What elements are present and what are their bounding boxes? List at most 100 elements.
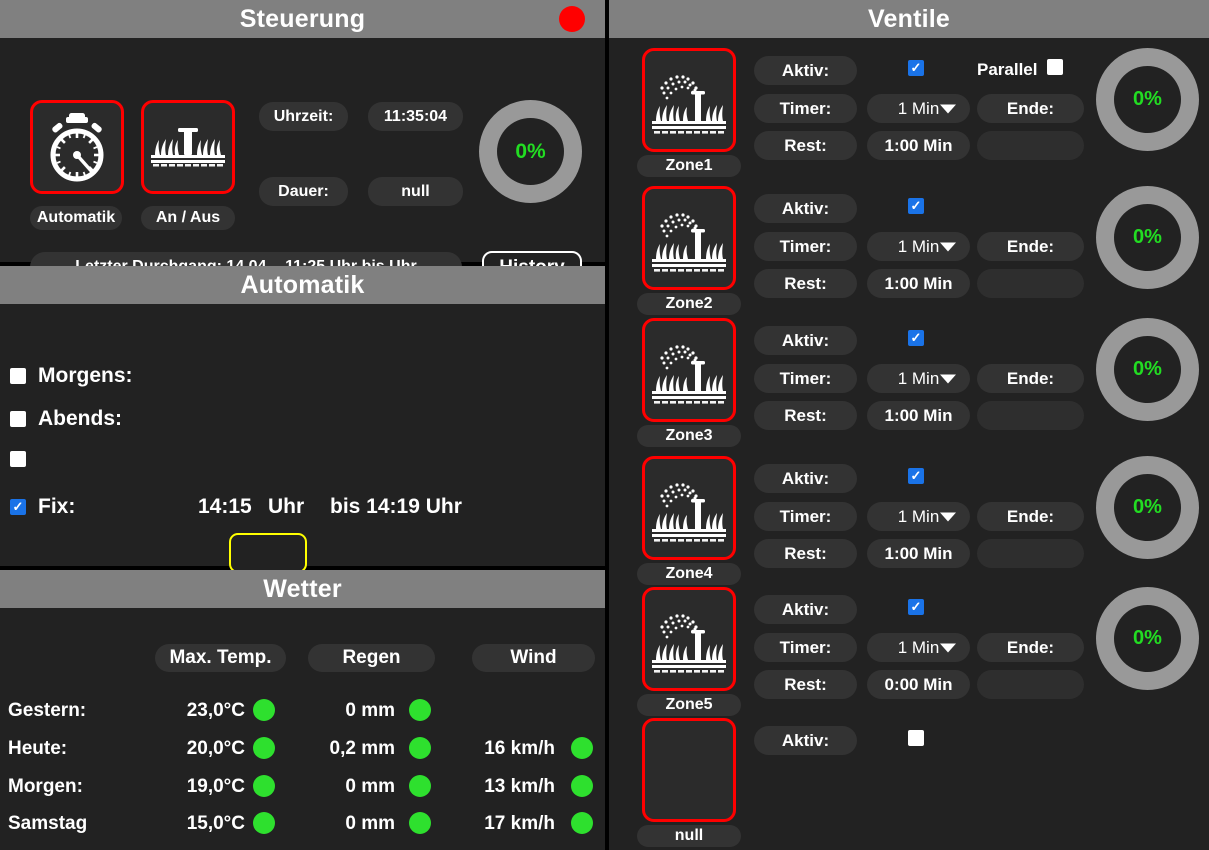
sprinkler-on-icon [648, 198, 730, 278]
app-root: Steuerung Automatik An / Aus Uhrzeit: 11… [0, 0, 1209, 850]
uhrzeit-label: Uhrzeit: [259, 102, 348, 131]
zone-name-label-5: null [637, 825, 741, 847]
zone-aktiv-checkbox-4[interactable] [908, 599, 924, 615]
zone-rest-label-3: Rest: [754, 539, 857, 568]
zone-ende-label-4: Ende: [977, 633, 1084, 662]
sprinkler-on-icon [648, 60, 730, 140]
on-off-button-label: An / Aus [141, 206, 235, 230]
zone-aktiv-label-2: Aktiv: [754, 326, 857, 355]
unnamed-checkbox[interactable] [10, 451, 26, 467]
wetter-day-2: Morgen: [8, 776, 83, 797]
zone-timer-label-3: Timer: [754, 502, 857, 531]
fix-checkbox[interactable] [10, 499, 26, 515]
zone-timer-select-1[interactable]: 1 Min [867, 232, 970, 261]
ventile-body: Zone1 Aktiv: Parallel Timer: 1 Min Ende:… [609, 38, 1209, 850]
zone-progress-ring-3: 0% [1096, 456, 1199, 559]
automatik-row-unnamed [10, 451, 38, 467]
sprinkler-off-icon [149, 125, 227, 169]
wetter-temp-0: 23,0°C [186, 700, 245, 721]
zone-name-label-4: Zone5 [637, 694, 741, 716]
fix-uhr-label: Uhr [268, 495, 305, 518]
zone-timer-select-3[interactable]: 1 Min [867, 502, 970, 531]
automatik-row-morgens: Morgens: [10, 364, 133, 388]
automatik-mode-button[interactable] [30, 100, 124, 194]
on-off-button[interactable] [141, 100, 235, 194]
zone-name-label-0: Zone1 [637, 155, 741, 177]
zone-ende-value-0[interactable] [977, 131, 1084, 160]
wetter-wind-1: 16 km/h [484, 738, 555, 759]
zone-aktiv-checkbox-2[interactable] [908, 330, 924, 346]
zone-aktiv-label-4: Aktiv: [754, 595, 857, 624]
wetter-day-0: Gestern: [8, 700, 87, 721]
fix-start-time[interactable]: 14:15 [198, 495, 252, 519]
zone-progress-ring-2: 0% [1096, 318, 1199, 421]
automatik-row-abends: Abends: [10, 407, 122, 431]
zone-timer-select-2[interactable]: 1 Min [867, 364, 970, 393]
wetter-panel: Wetter Max. Temp. Regen Wind Gestern: 23… [0, 570, 605, 850]
chevron-down-icon [940, 104, 956, 113]
wetter-header: Wetter [0, 570, 605, 608]
wetter-temp-status-2 [253, 775, 275, 797]
zone-ende-value-2[interactable] [977, 401, 1084, 430]
zone-name-label-1: Zone2 [637, 293, 741, 315]
chevron-down-icon [940, 643, 956, 652]
abends-checkbox[interactable] [10, 411, 26, 427]
zone-progress-ring-1: 0% [1096, 186, 1199, 289]
zone-timer-value-2: 1 Min [897, 368, 940, 388]
zone-progress-value-1: 0% [1133, 226, 1162, 248]
zone-aktiv-checkbox-3[interactable] [908, 468, 924, 484]
zone-aktiv-checkbox-0[interactable] [908, 60, 924, 76]
zone-aktiv-checkbox-5[interactable] [908, 730, 924, 746]
zone-rest-value-2: 1:00 Min [867, 401, 970, 430]
zone-icon-button-5[interactable] [642, 718, 736, 822]
morgens-checkbox[interactable] [10, 368, 26, 384]
zone-icon-button-4[interactable] [642, 587, 736, 691]
zone-rest-value-3: 1:00 Min [867, 539, 970, 568]
automatik-row-fix: Fix: [10, 495, 75, 519]
automatik-title: Automatik [240, 270, 365, 299]
zone-name-label-3: Zone4 [637, 563, 741, 585]
wetter-temp-status-0 [253, 699, 275, 721]
zone-icon-button-2[interactable] [642, 318, 736, 422]
zone-timer-value-4: 1 Min [897, 637, 940, 657]
zone-ende-value-4[interactable] [977, 670, 1084, 699]
sprinkler-on-icon [648, 330, 730, 410]
zone-timer-select-0[interactable]: 1 Min [867, 94, 970, 123]
zone-ende-value-3[interactable] [977, 539, 1084, 568]
zone-rest-label-2: Rest: [754, 401, 857, 430]
zone-aktiv-checkbox-1[interactable] [908, 198, 924, 214]
automatik-header: Automatik [0, 266, 605, 304]
zone-progress-value-3: 0% [1133, 496, 1162, 518]
wetter-wind-status-2 [571, 775, 593, 797]
zone-timer-label-4: Timer: [754, 633, 857, 662]
wetter-title: Wetter [263, 574, 342, 603]
zone-progress-value-0: 0% [1133, 88, 1162, 110]
status-led-icon [559, 6, 585, 32]
wetter-rain-3: 0 mm [345, 813, 395, 834]
fix-duration-input[interactable] [229, 533, 307, 573]
zone-progress-ring-0: 0% [1096, 48, 1199, 151]
zone-ende-value-1[interactable] [977, 269, 1084, 298]
zone-aktiv-label-5: Aktiv: [754, 726, 857, 755]
wetter-wind-status-1 [571, 737, 593, 759]
sprinkler-on-icon [648, 468, 730, 548]
chevron-down-icon [940, 512, 956, 521]
zone-icon-button-1[interactable] [642, 186, 736, 290]
zone-name-label-2: Zone3 [637, 425, 741, 447]
morgens-label: Morgens: [38, 364, 133, 387]
zone-timer-value-3: 1 Min [897, 506, 940, 526]
zone-rest-label-4: Rest: [754, 670, 857, 699]
wetter-col-regen: Regen [308, 644, 435, 672]
automatik-panel: Automatik Morgens: Abends: Fix: [0, 266, 605, 573]
stopwatch-icon [42, 111, 112, 183]
parallel-checkbox-0[interactable] [1047, 59, 1063, 75]
zone-aktiv-label-0: Aktiv: [754, 56, 857, 85]
zone-timer-value-1: 1 Min [897, 236, 940, 256]
zone-icon-button-0[interactable] [642, 48, 736, 152]
zone-timer-select-4[interactable]: 1 Min [867, 633, 970, 662]
fix-end-text: bis 14:19 Uhr [330, 495, 462, 518]
zone-icon-button-3[interactable] [642, 456, 736, 560]
wetter-rain-0: 0 mm [345, 700, 395, 721]
chevron-down-icon [940, 374, 956, 383]
zone-ende-label-0: Ende: [977, 94, 1084, 123]
